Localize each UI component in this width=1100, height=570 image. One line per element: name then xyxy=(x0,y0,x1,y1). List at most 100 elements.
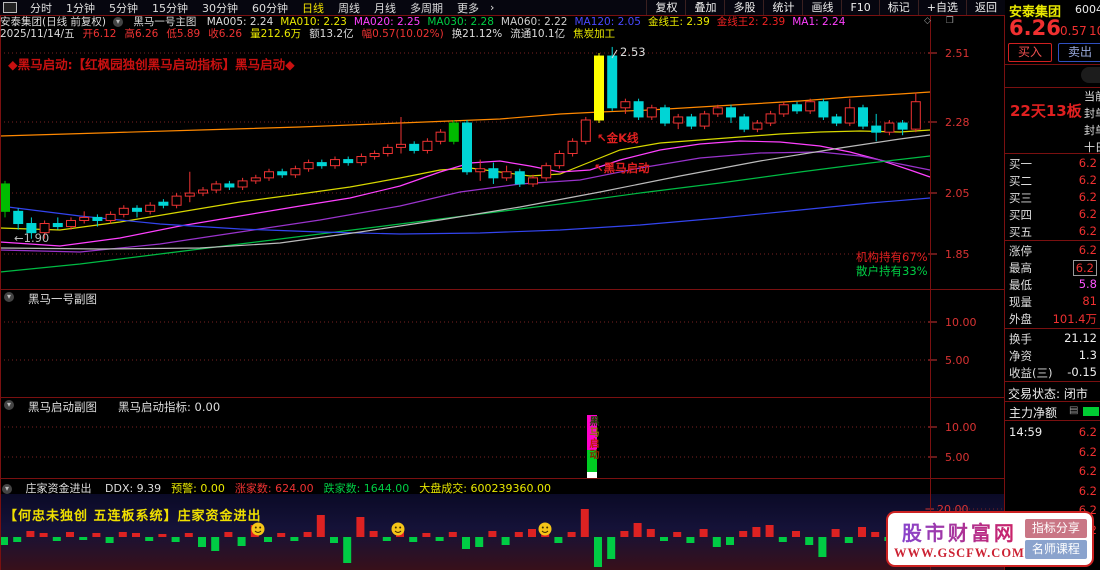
order-value-4: 6.2 xyxy=(1078,224,1097,238)
stat-label-1: 最高 xyxy=(1009,261,1032,275)
menu-item-4[interactable]: 30分钟 xyxy=(195,0,245,16)
stat-value-4: 101.4万 xyxy=(1052,312,1097,326)
ratio-label-2: 收益(三) xyxy=(1009,366,1053,380)
indicator-info-row: 安泰集团(日线 前复权) ▾ 黑马一号主图 MA005: 2.24 MA010: 2… xyxy=(0,16,1005,28)
toolbar-button-8[interactable]: 返回 xyxy=(966,0,1005,15)
order-value-3: 6.2 xyxy=(1078,207,1097,221)
menu-item-8[interactable]: 月线 xyxy=(367,0,403,16)
panel1-title: 黑马一号副图 xyxy=(28,292,97,306)
main-axis-label-2: 2.05 xyxy=(945,187,970,200)
ratio-value-0: 21.12 xyxy=(1064,331,1097,345)
main-force-net-label[interactable]: 主力净额 xyxy=(1009,404,1057,421)
axis-border xyxy=(930,15,931,570)
toolbar-button-1[interactable]: 叠加 xyxy=(685,0,724,15)
order-value-1: 6.2 xyxy=(1078,173,1097,187)
ma-value-4: MA060: 2.22 xyxy=(500,16,568,28)
toolbar-button-0[interactable]: 复权 xyxy=(646,0,685,15)
ratio-label-1: 净资 xyxy=(1009,349,1032,363)
side-tab[interactable] xyxy=(1081,67,1100,83)
menu-item-5[interactable]: 60分钟 xyxy=(245,0,295,16)
panel3-title: 庄家资金进出 xyxy=(25,482,92,495)
ma-value-8: MA1: 2.24 xyxy=(792,16,846,28)
watermark-button-0[interactable]: 指标分享 xyxy=(1024,519,1087,538)
quote-panel: 安泰集团 600408 6.26 0.57 10.02% 买入 卖出 22天13… xyxy=(1005,0,1100,570)
more-chevron-icon[interactable]: › xyxy=(486,1,498,14)
date-seg-6: 额13.2亿 xyxy=(309,28,354,40)
tick-value-1: 6.2 xyxy=(1078,444,1097,459)
period-menu: 分时 1分钟 5分钟 15分钟 30分钟 60分钟 日线 周线 月线 多周期 更多 › xyxy=(0,0,498,16)
stat-label-2: 最低 xyxy=(1009,278,1032,292)
trading-status: 交易状态: 闭市 xyxy=(1008,387,1088,401)
date-seg-4: 收6.26 xyxy=(208,28,243,40)
tick-value-0: 6.2 xyxy=(1078,425,1097,439)
stat-value-2: 5.8 xyxy=(1078,277,1097,291)
toolbar-button-7[interactable]: +自选 xyxy=(917,0,966,15)
fund-flow-header: ▾ 庄家资金进出 DDX: 9.39 预警: 0.00 涨家数: 624.00 跌家数… xyxy=(2,480,561,496)
ma-value-6: 金线王: 2.39 xyxy=(648,16,710,28)
watermark-button-1[interactable]: 名师课程 xyxy=(1024,540,1087,559)
ma-values: MA005: 2.24 MA010: 2.23 MA020: 2.25 MA030: … xyxy=(207,16,853,28)
net-inflow-bar xyxy=(1083,407,1099,416)
system-banner: 【何忠未独创 五连板系统】庄家资金进出 xyxy=(4,509,262,524)
stat-label-3: 现量 xyxy=(1009,295,1032,309)
menu-item-2[interactable]: 5分钟 xyxy=(102,0,145,16)
dark-horse-banner: ◆黑马启动:【红枫园独创黑马启动指标】黑马启动◆ xyxy=(8,57,295,72)
side-label-1: 封单 xyxy=(1084,107,1100,120)
panel2-indicator-value: 黑马启动指标: 0.00 xyxy=(118,400,221,414)
stat-label-4: 外盘 xyxy=(1009,312,1032,326)
stat-value-1: 6.2 xyxy=(1072,260,1097,276)
tick-value-3: 6.2 xyxy=(1078,483,1097,498)
toolbar-button-3[interactable]: 统计 xyxy=(763,0,802,15)
side-label-0: 当前 xyxy=(1084,90,1100,103)
order-label-4: 买五 xyxy=(1009,225,1032,239)
date-seg-5: 量212.6万 xyxy=(250,28,302,40)
collapse-main-icon[interactable]: ▾ xyxy=(113,17,124,27)
quote-change-pct: 10.02% xyxy=(1089,24,1100,38)
panel3-stat-0: DDX: 9.39 xyxy=(105,482,162,495)
window-icon[interactable] xyxy=(3,2,17,13)
menu-item-1[interactable]: 1分钟 xyxy=(59,0,102,16)
order-value-0: 6.2 xyxy=(1078,156,1097,170)
toolbar-button-2[interactable]: 多股 xyxy=(724,0,763,15)
main-axis-label-1: 2.28 xyxy=(945,116,970,129)
quote-stock-code: 600408 xyxy=(1075,3,1100,16)
stat-label-0: 涨停 xyxy=(1009,244,1032,258)
main-axis-label-3: 1.85 xyxy=(945,248,970,261)
ratio-value-1: 1.3 xyxy=(1078,348,1097,362)
signal-bar-text: 黑马启动 xyxy=(587,416,598,460)
retail-holding-label: 散户持有33% xyxy=(856,264,928,278)
panel3-stat-2: 涨家数: 624.00 xyxy=(234,482,314,495)
menu-item-6[interactable]: 日线 xyxy=(295,0,331,16)
date-seg-7: 幅0.57(10.02%) xyxy=(361,28,444,40)
toolbar-button-5[interactable]: F10 xyxy=(841,0,878,15)
limit-up-streak-badge: 22天13板 xyxy=(1010,102,1082,120)
menu-item-0[interactable]: 分时 xyxy=(23,0,59,16)
list-icon: ▤ xyxy=(1069,405,1079,416)
watermark-url: WWW.GSCFW.COM xyxy=(894,546,1025,560)
panel1-axis-label-0: 10.00 xyxy=(945,316,977,329)
menu-item-3[interactable]: 15分钟 xyxy=(145,0,195,16)
chart-corner-icons[interactable]: ◇ ❐ xyxy=(924,16,960,26)
menu-item-7[interactable]: 周线 xyxy=(331,0,367,16)
toolbar-button-4[interactable]: 画线 xyxy=(802,0,841,15)
main-indicator-name[interactable]: 黑马一号主图 xyxy=(133,16,196,28)
low-price-annotation: ←1.90 xyxy=(14,231,50,245)
quote-change: 0.57 xyxy=(1060,24,1087,38)
date-seg-3: 低5.89 xyxy=(166,28,201,40)
signal-char-0: 黑 xyxy=(587,416,598,427)
tick-value-2: 6.2 xyxy=(1078,464,1097,478)
toolbar-button-6[interactable]: 标记 xyxy=(878,0,918,15)
buy-button[interactable]: 买入 xyxy=(1008,43,1052,62)
peak-price-annotation: 2.53 xyxy=(620,45,646,59)
order-label-3: 买四 xyxy=(1009,208,1032,222)
menu-item-10[interactable]: 更多 xyxy=(450,0,486,16)
panel3-stat-3: 跌家数: 1644.00 xyxy=(323,482,410,495)
sell-button[interactable]: 卖出 xyxy=(1058,43,1100,62)
gold-k-annotation: ↖金K线 xyxy=(597,131,639,145)
panel1-axis-label-1: 5.00 xyxy=(945,354,970,367)
menu-item-9[interactable]: 多周期 xyxy=(403,0,450,16)
stock-title: 安泰集团(日线 前复权) xyxy=(0,16,107,28)
stat-value-0: 6.2 xyxy=(1078,243,1097,257)
panel3-collapse-icon[interactable]: ▾ xyxy=(2,484,12,494)
date-seg-0: 2025/11/14/五 xyxy=(0,28,75,40)
